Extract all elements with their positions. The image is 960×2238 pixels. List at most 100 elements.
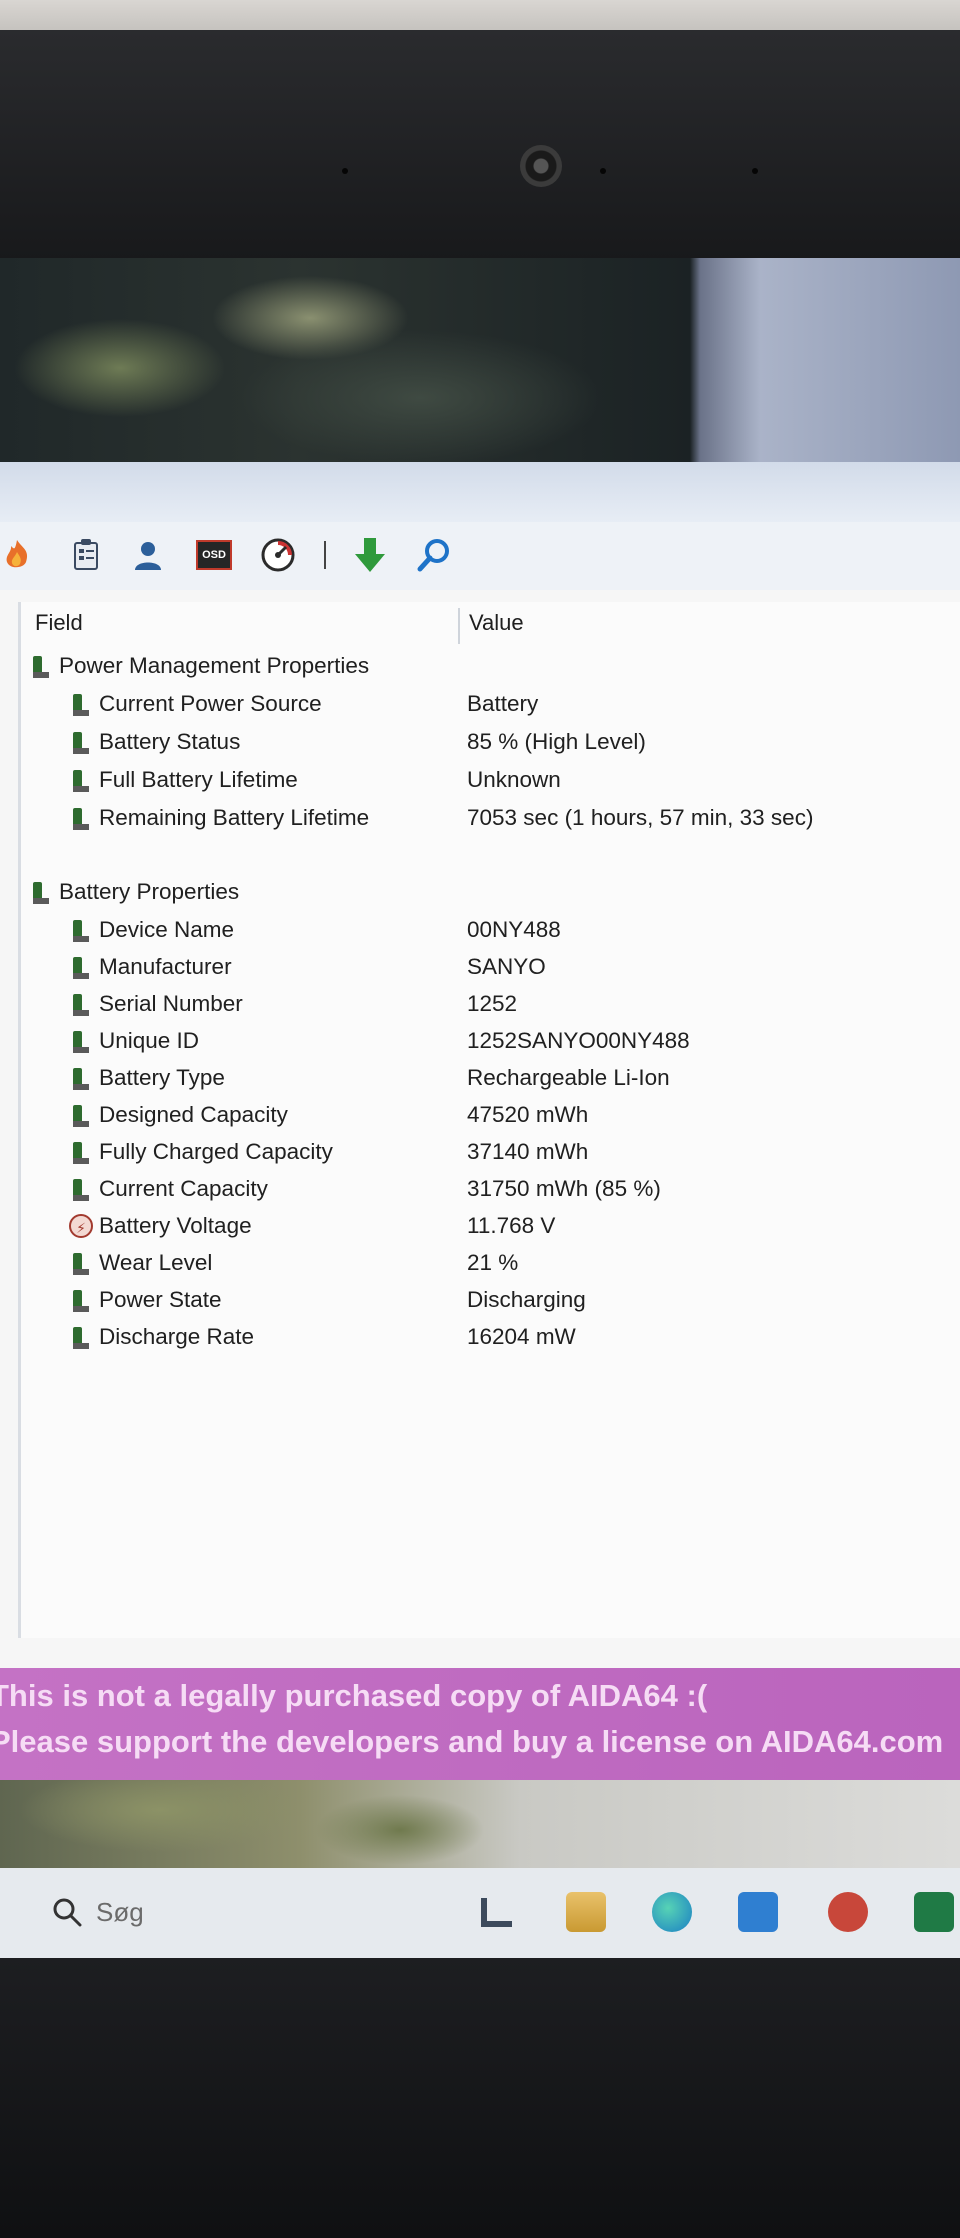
group-title: Battery Properties (59, 879, 240, 904)
field-value: 37140 mWh (467, 1139, 589, 1164)
sensor-dot (752, 168, 758, 174)
table-row[interactable]: Discharge Rate 16204 mW (21, 1319, 960, 1355)
field-value: 31750 mWh (85 %) (467, 1176, 661, 1201)
group-header-battery-properties[interactable]: Battery Properties (21, 874, 960, 910)
laptop-bezel-top (0, 30, 960, 260)
table-row[interactable]: Manufacturer SANYO (21, 949, 960, 985)
field-value: 16204 mW (467, 1324, 576, 1349)
field-label: Battery Voltage (99, 1213, 252, 1238)
store-icon[interactable] (738, 1892, 778, 1932)
battery-icon (73, 1327, 89, 1349)
field-label: Unique ID (99, 1028, 200, 1053)
battery-icon (73, 920, 89, 942)
field-label: Device Name (99, 917, 235, 942)
field-label: Wear Level (99, 1250, 213, 1275)
battery-icon (73, 1179, 89, 1201)
table-row[interactable]: Device Name 00NY488 (21, 912, 960, 948)
webcam (520, 145, 562, 187)
properties-list[interactable]: Field Value Power Management Properties … (18, 602, 960, 1638)
field-value: Rechargeable Li-Ion (467, 1065, 670, 1090)
osd-label: OSD (196, 540, 232, 570)
field-value: 7053 sec (1 hours, 57 min, 33 sec) (467, 805, 814, 830)
search-icon[interactable] (414, 536, 454, 574)
voltage-icon: ⚡ (69, 1214, 93, 1238)
battery-icon (73, 1290, 89, 1312)
battery-icon (73, 1105, 89, 1127)
desktop-wallpaper (0, 258, 960, 463)
excel-icon[interactable] (914, 1892, 954, 1932)
table-row[interactable]: Wear Level 21 % (21, 1245, 960, 1281)
field-value: 1252SANYO00NY488 (467, 1028, 690, 1053)
flame-icon[interactable] (0, 536, 34, 574)
field-label: Designed Capacity (99, 1102, 288, 1127)
group-title: Power Management Properties (59, 653, 370, 678)
taskbar-search[interactable]: Søg (52, 1890, 144, 1934)
title-bar (0, 462, 960, 522)
toolbar-separator (320, 536, 330, 574)
sensor-dot (342, 168, 348, 174)
field-value: 47520 mWh (467, 1102, 589, 1127)
field-value: 11.768 V (467, 1213, 556, 1238)
field-label: Fully Charged Capacity (99, 1139, 333, 1164)
battery-icon (73, 770, 89, 792)
table-row[interactable]: Battery Status 85 % (High Level) (21, 724, 960, 760)
download-arrow-icon[interactable] (350, 536, 390, 574)
field-value: 85 % (High Level) (467, 729, 646, 754)
field-label: Discharge Rate (99, 1324, 255, 1349)
report-icon[interactable] (66, 536, 106, 574)
powerpoint-icon[interactable] (828, 1892, 868, 1932)
battery-icon (73, 1031, 89, 1053)
column-divider[interactable] (458, 608, 460, 644)
field-value: 1252 (467, 991, 518, 1016)
battery-icon (73, 1253, 89, 1275)
folder-icon[interactable] (566, 1892, 606, 1932)
banner-line-2: Please support the developers and buy a … (0, 1724, 944, 1759)
battery-icon (73, 808, 89, 830)
edge-browser-icon[interactable] (652, 1892, 692, 1932)
user-icon[interactable] (128, 536, 168, 574)
battery-icon (73, 732, 89, 754)
search-icon (53, 1898, 82, 1927)
column-header-value[interactable]: Value (469, 602, 524, 644)
battery-icon (73, 1068, 89, 1090)
search-placeholder: Søg (96, 1896, 144, 1927)
taskbar: Søg (0, 1868, 960, 1958)
field-label: Serial Number (99, 991, 243, 1016)
battery-icon (33, 656, 49, 678)
table-row[interactable]: Unique ID 1252SANYO00NY488 (21, 1023, 960, 1059)
column-header-field[interactable]: Field (35, 602, 83, 644)
toolbar: OSD (0, 522, 960, 590)
field-label: Current Power Source (99, 691, 322, 716)
table-row[interactable]: Remaining Battery Lifetime 7053 sec (1 h… (21, 800, 960, 836)
table-row[interactable]: Serial Number 1252 (21, 986, 960, 1022)
battery-icon (73, 1142, 89, 1164)
laptop-bezel-bottom (0, 1958, 960, 2238)
battery-icon (73, 994, 89, 1016)
table-row[interactable]: Power State Discharging (21, 1282, 960, 1318)
table-row[interactable]: Full Battery Lifetime Unknown (21, 762, 960, 798)
table-row[interactable]: Current Capacity 31750 mWh (85 %) (21, 1171, 960, 1207)
field-value: 00NY488 (467, 917, 561, 942)
table-row[interactable]: Current Power Source Battery (21, 686, 960, 722)
field-value: SANYO (467, 954, 546, 979)
table-row[interactable]: ⚡ Battery Voltage 11.768 V (21, 1208, 960, 1244)
group-header-power-management[interactable]: Power Management Properties (21, 648, 960, 684)
gauge-icon[interactable] (258, 536, 298, 574)
aida64-window: OSD Field Value Power Management Propert… (0, 462, 960, 1690)
file-explorer-shortcut-icon[interactable] (478, 1892, 518, 1932)
banner-line-1: This is not a legally purchased copy of … (0, 1678, 708, 1713)
osd-icon[interactable]: OSD (194, 536, 234, 574)
field-label: Manufacturer (99, 954, 232, 979)
table-row[interactable]: Designed Capacity 47520 mWh (21, 1097, 960, 1133)
table-row[interactable]: Battery Type Rechargeable Li-Ion (21, 1060, 960, 1096)
field-label: Battery Status (99, 729, 241, 754)
table-row[interactable]: Fully Charged Capacity 37140 mWh (21, 1134, 960, 1170)
field-value: Discharging (467, 1287, 586, 1312)
field-label: Full Battery Lifetime (99, 767, 298, 792)
field-label: Remaining Battery Lifetime (99, 805, 370, 830)
field-value: 21 % (467, 1250, 519, 1275)
field-label: Power State (99, 1287, 222, 1312)
battery-icon (73, 694, 89, 716)
license-warning-banner: This is not a legally purchased copy of … (0, 1668, 960, 1780)
sensor-dot (600, 168, 606, 174)
